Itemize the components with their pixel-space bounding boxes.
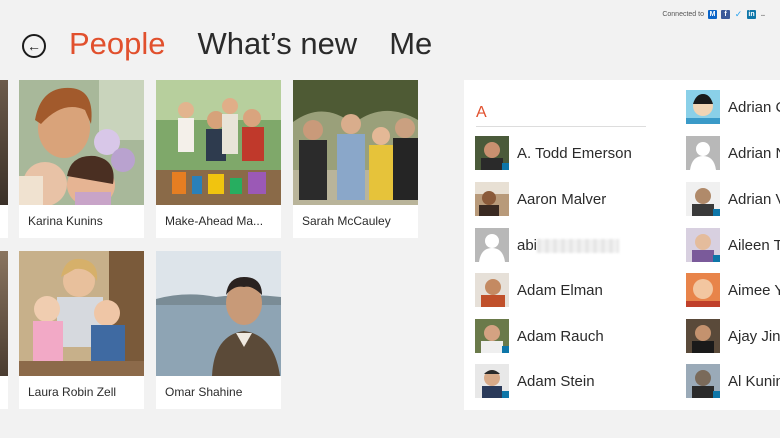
contact-name: Karina Kunins [28,214,103,228]
avatar [475,319,509,353]
contact-name: Adrian C [728,98,780,116]
tab-me[interactable]: Me [389,26,432,62]
avatar [475,273,509,307]
avatar [686,182,720,216]
contact-name: Adrian N [728,144,780,162]
contact-item[interactable]: Adrian N [686,136,780,170]
tab-whats-new[interactable]: What’s new [198,26,358,62]
contact-name: Laura Robin Zell [28,385,117,399]
linkedin-badge-icon [713,391,720,398]
facebook-icon[interactable]: f [721,10,730,19]
avatar [475,136,509,170]
pivot-nav: People What’s new Me [69,26,432,62]
linkedin-icon[interactable]: in [747,10,756,19]
contact-item[interactable]: Aimee Y [686,273,780,307]
contact-photo [19,80,144,205]
contact-item[interactable]: Aileen Ta [686,228,780,262]
contact-name: abi [517,236,538,254]
contact-item[interactable]: Adam Stein [475,364,595,398]
avatar [475,182,509,216]
contact-tile-laura-robin-zell[interactable]: Laura Robin Zell [19,251,144,409]
contact-tile-karina-kunins[interactable]: Karina Kunins [19,80,144,238]
contact-name: A. Todd Emerson [517,144,632,162]
contacts-list: A A. Todd Emerson Aaron Malver abi Adam … [464,80,780,410]
contact-name: Ajay Jinc [728,327,780,345]
linkedin-badge-icon [502,391,509,398]
contact-item[interactable]: Adam Elman [475,273,603,307]
outlook-icon[interactable]: M [708,10,717,19]
linkedin-badge-icon [502,346,509,353]
contact-item[interactable]: Aaron Malver [475,182,606,216]
back-arrow-icon[interactable]: ← [22,34,46,58]
contact-name: Sarah McCauley [302,214,391,228]
contact-item[interactable]: Adrian V [686,182,780,216]
linkedin-badge-icon [502,163,509,170]
redaction-blur [537,238,620,253]
contact-item[interactable]: Al Kunin [686,364,780,398]
contact-tile-sarah-mccauley[interactable]: Sarah McCauley [293,80,418,238]
contact-name-redacted: abi [517,236,620,254]
contact-name: Omar Shahine [165,385,243,399]
contact-photo [156,251,281,376]
more-icon[interactable]: .. [760,10,766,19]
avatar [686,228,720,262]
partial-contact-tile[interactable] [0,80,8,238]
default-avatar-icon [475,228,509,262]
contact-name: Adam Rauch [517,327,604,345]
avatar [686,90,720,124]
avatar [686,273,720,307]
avatar [686,364,720,398]
contact-name: Aaron Malver [517,190,607,208]
contact-tile-omar-shahine[interactable]: Omar Shahine [156,251,281,409]
app-bar-area [0,414,780,438]
contact-item[interactable]: Ajay Jinc [686,319,780,353]
contact-name: Aileen Ta [728,236,780,254]
contact-item[interactable]: abi [475,228,620,262]
alpha-group-header[interactable]: A [476,104,487,122]
tab-people[interactable]: People [69,26,166,62]
connected-services: Connected to M f ✓ in .. [662,10,766,19]
twitter-icon[interactable]: ✓ [734,10,743,19]
contact-name: Adam Elman [517,281,603,299]
linkedin-badge-icon [713,255,720,262]
contact-item[interactable]: A. Todd Emerson [475,136,632,170]
avatar [475,364,509,398]
partial-contact-tile[interactable] [0,251,8,409]
linkedin-badge-icon [713,209,720,216]
contact-item[interactable]: Adrian C [686,90,780,124]
group-divider [476,126,646,127]
contact-tile-make-ahead[interactable]: Make-Ahead Ma... [156,80,281,238]
contact-name: Adrian V [728,190,780,208]
contact-photo [293,80,418,205]
connected-label: Connected to [662,11,704,18]
contact-name: Al Kunin [728,372,780,390]
contact-name: Aimee Y [728,281,780,299]
default-avatar-icon [686,136,720,170]
contact-item[interactable]: Adam Rauch [475,319,604,353]
contact-name: Make-Ahead Ma... [165,214,264,228]
contact-name: Adam Stein [517,372,595,390]
contact-photo [156,80,281,205]
contact-photo [19,251,144,376]
avatar [686,319,720,353]
